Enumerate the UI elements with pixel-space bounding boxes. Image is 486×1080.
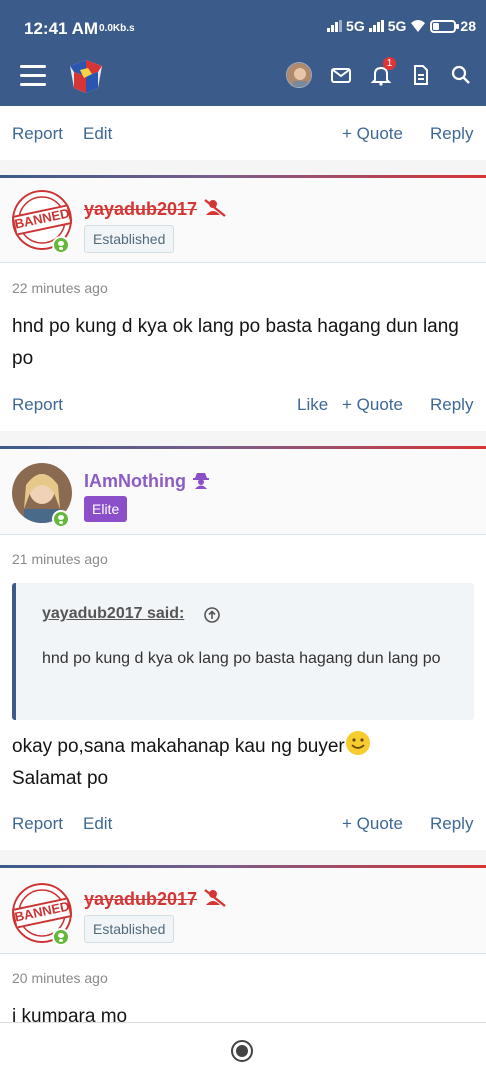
report-link[interactable]: Report — [12, 814, 63, 834]
home-button-icon[interactable] — [231, 1040, 253, 1062]
status-bar: 12:41 AM 0.0Kb.s 5G 5G 28 — [0, 0, 486, 52]
post-user-block: IAmNothing Elite — [0, 449, 486, 535]
report-link[interactable]: Report — [12, 124, 63, 144]
post-body-line: Salamat po — [12, 768, 109, 789]
like-link[interactable]: Like — [297, 395, 328, 415]
reply-link[interactable]: Reply — [430, 124, 473, 144]
post-body: i kumpara mo — [12, 1006, 128, 1022]
smile-emoji-icon — [345, 731, 370, 755]
signal-icon — [327, 20, 343, 32]
quote-text: hnd po kung d kya ok lang po basta hagan… — [42, 650, 441, 667]
reply-link[interactable]: Reply — [430, 814, 473, 834]
status-right: 5G 5G 28 — [327, 18, 476, 34]
menu-icon[interactable] — [20, 65, 46, 89]
network-type-2: 5G — [387, 18, 407, 34]
quote-link[interactable]: + Quote — [342, 395, 403, 415]
post-actions: Report Edit + Quote Reply — [12, 814, 474, 834]
report-link[interactable]: Report — [12, 395, 63, 415]
post-body: hnd po kung d kya ok lang po basta hagan… — [12, 316, 459, 369]
app-bar: 1 — [0, 52, 486, 106]
system-nav-bar — [0, 1022, 486, 1080]
search-icon[interactable] — [450, 64, 472, 86]
post-body-line: okay po,sana makahanap kau ng buyer — [12, 730, 472, 763]
username[interactable]: IAmNothing — [84, 471, 186, 492]
username[interactable]: yayadub2017 — [84, 889, 197, 910]
post-actions: Report Like + Quote Reply — [12, 395, 474, 415]
network-speed: 0.0Kb.s — [99, 23, 135, 34]
username[interactable]: yayadub2017 — [84, 199, 197, 220]
post-timestamp[interactable]: 22 minutes ago — [12, 280, 108, 296]
edit-link[interactable]: Edit — [83, 124, 112, 144]
notification-count: 1 — [383, 57, 396, 70]
user-title-badge: Established — [84, 915, 175, 943]
quote-link[interactable]: + Quote — [342, 124, 403, 144]
bell-icon[interactable]: 1 — [370, 57, 396, 86]
jump-to-quote-icon[interactable] — [204, 607, 220, 623]
banned-user-icon — [204, 889, 226, 907]
top-bar: 12:41 AM 0.0Kb.s 5G 5G 28 1 — [0, 0, 486, 106]
online-indicator — [52, 928, 70, 946]
edit-link[interactable]: Edit — [83, 814, 112, 834]
battery-percent: 28 — [460, 18, 476, 34]
signal-icon — [368, 20, 384, 32]
post-text: okay po,sana makahanap kau ng buyer — [12, 736, 345, 757]
post-timestamp[interactable]: 21 minutes ago — [12, 551, 108, 567]
post-user-block: BANNED yayadub2017 Established — [0, 178, 486, 263]
post-body: okay po,sana makahanap kau ng buyer Sala… — [12, 730, 472, 795]
quote-link[interactable]: + Quote — [342, 814, 403, 834]
online-indicator — [52, 510, 70, 528]
post-user-block: BANNED yayadub2017 Established — [0, 868, 486, 954]
battery-icon — [430, 19, 460, 33]
network-type-1: 5G — [346, 18, 365, 34]
wifi-icon — [411, 20, 426, 32]
post-card: BANNED yayadub2017 Established 20 minute… — [0, 865, 486, 1022]
document-icon[interactable] — [410, 64, 432, 86]
spy-icon — [193, 473, 209, 489]
mail-icon[interactable] — [330, 64, 352, 86]
banned-user-icon — [204, 199, 226, 217]
user-title-badge: Established — [84, 225, 175, 253]
site-logo[interactable] — [66, 56, 106, 96]
post-card: Report Edit + Quote Reply — [0, 106, 486, 160]
quote-block: yayadub2017 said: hnd po kung d kya ok l… — [12, 583, 474, 720]
app-bar-icons: 1 — [286, 57, 472, 88]
reply-link[interactable]: Reply — [430, 395, 473, 415]
post-card: IAmNothing Elite 21 minutes ago yayadub2… — [0, 446, 486, 850]
user-title-badge: Elite — [84, 496, 128, 522]
quote-author[interactable]: yayadub2017 said: — [42, 605, 184, 623]
status-time: 12:41 AM — [24, 19, 99, 38]
account-avatar[interactable] — [286, 62, 312, 88]
post-timestamp[interactable]: 20 minutes ago — [12, 970, 108, 986]
online-indicator — [52, 236, 70, 254]
post-actions: Report Edit + Quote Reply — [12, 124, 474, 144]
post-card: BANNED yayadub2017 Established 22 minute… — [0, 175, 486, 431]
